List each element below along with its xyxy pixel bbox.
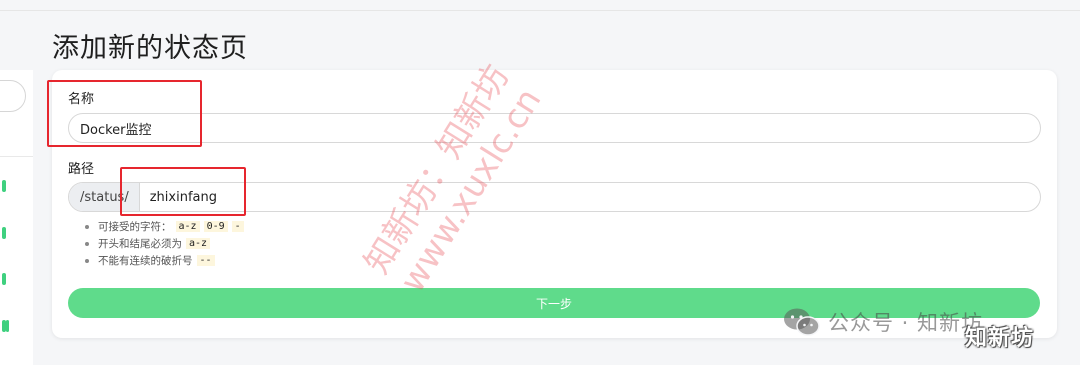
code-tag: a-z <box>175 221 200 232</box>
status-bar-indicator <box>6 320 9 332</box>
brand-watermark: 知新坊 <box>965 326 1035 351</box>
wechat-icon <box>784 308 820 336</box>
code-tag: - <box>231 221 244 232</box>
code-tag: 0-9 <box>203 221 228 232</box>
page-title: 添加新的状态页 <box>52 33 248 64</box>
hint-item: 开头和结尾必须为 a-z <box>82 235 244 252</box>
name-input[interactable]: Docker监控 <box>68 113 1041 143</box>
highlight-box-name <box>47 80 202 147</box>
hint-item: 可接受的字符： a-z 0-9 - <box>82 218 244 235</box>
top-divider <box>0 10 1080 11</box>
wechat-watermark: 公众号 · 知新坊 <box>782 304 983 340</box>
status-bar-indicator <box>2 227 6 239</box>
path-label: 路径 <box>68 162 95 177</box>
sidebar-divider <box>0 156 33 157</box>
path-hints: 可接受的字符： a-z 0-9 - 开头和结尾必须为 a-z 不能有连续的破折号… <box>82 218 244 269</box>
code-tag: -- <box>196 255 215 266</box>
code-tag: a-z <box>186 238 211 249</box>
hint-item: 不能有连续的破折号 -- <box>82 252 244 269</box>
status-bar-indicator <box>2 180 6 192</box>
highlight-box-path <box>120 167 246 216</box>
status-bar-indicator <box>2 273 6 285</box>
watermark-text: 公众号 · 知新坊 <box>828 311 984 335</box>
